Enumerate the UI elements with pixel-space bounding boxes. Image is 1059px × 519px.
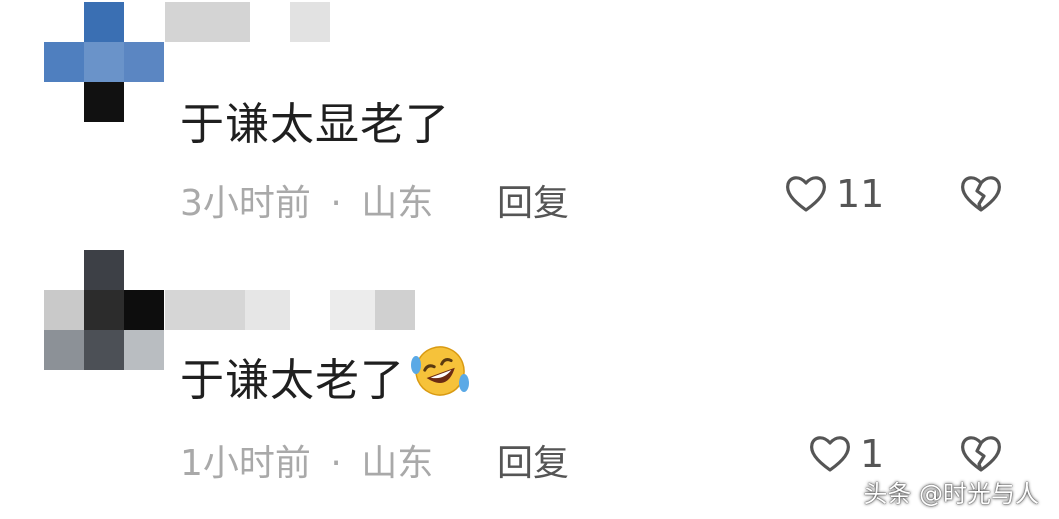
reply-button[interactable]: 回复 xyxy=(497,434,569,486)
comment-list: 于谦太显老了 3小时前 · 山东 回复 11 于谦太老了 1小时前 · 山东 回… xyxy=(0,0,1059,519)
like-button[interactable]: 1 xyxy=(806,430,884,478)
username-blurred[interactable] xyxy=(165,290,415,330)
watermark: 头条 @时光与人 xyxy=(863,480,1039,508)
meta-separator: · xyxy=(330,183,342,224)
comment-time: 3小时前 xyxy=(180,183,311,224)
avatar[interactable] xyxy=(44,2,164,126)
avatar-pixel xyxy=(124,330,164,370)
username-pixel xyxy=(245,290,290,330)
like-button[interactable]: 11 xyxy=(782,170,884,218)
avatar[interactable] xyxy=(44,250,164,374)
avatar-pixel xyxy=(124,42,164,82)
comment-text-content: 于谦太老了 xyxy=(180,355,405,406)
comment-text: 于谦太老了 xyxy=(180,345,471,406)
comment-text-content: 于谦太显老了 xyxy=(180,99,450,150)
avatar-pixel xyxy=(84,290,124,330)
heart-outline-icon xyxy=(786,176,826,212)
comment-item: 于谦太显老了 3小时前 · 山东 回复 11 xyxy=(0,0,1059,250)
broken-heart-icon xyxy=(961,436,1001,472)
heart-outline-icon xyxy=(810,436,850,472)
avatar-pixel xyxy=(44,330,84,370)
avatar-pixel xyxy=(84,250,124,290)
comment-meta: 1小时前 · 山东 xyxy=(180,434,433,486)
like-count: 1 xyxy=(860,432,885,476)
avatar-pixel xyxy=(44,290,84,330)
comment-location: 山东 xyxy=(361,443,434,484)
broken-heart-icon xyxy=(961,176,1001,212)
dislike-button[interactable] xyxy=(957,170,1005,222)
username-pixel xyxy=(165,290,245,330)
username-pixel xyxy=(330,290,375,330)
comment-location: 山东 xyxy=(361,183,434,224)
rolling-laughing-emoji xyxy=(409,343,471,410)
username-pixel xyxy=(165,2,250,42)
meta-separator: · xyxy=(330,443,342,484)
avatar-pixel xyxy=(124,290,164,330)
avatar-pixel xyxy=(44,42,84,82)
avatar-pixel xyxy=(84,2,124,42)
avatar-pixel xyxy=(84,42,124,82)
comment-text: 于谦太显老了 xyxy=(180,92,450,150)
comment-meta: 3小时前 · 山东 xyxy=(180,174,433,226)
username-pixel xyxy=(375,290,415,330)
avatar-pixel xyxy=(84,82,124,122)
like-count: 11 xyxy=(836,172,885,216)
reply-button[interactable]: 回复 xyxy=(497,174,569,226)
avatar-pixel xyxy=(84,330,124,370)
username-blurred[interactable] xyxy=(165,2,335,42)
comment-time: 1小时前 xyxy=(180,443,311,484)
username-pixel xyxy=(290,2,330,42)
